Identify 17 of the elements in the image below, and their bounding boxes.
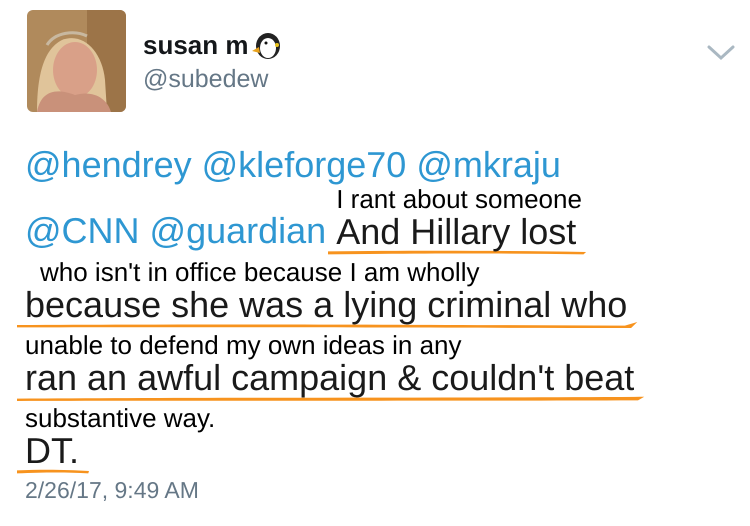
marker-stroke [17,468,89,474]
penguin-icon [250,30,280,60]
mention-link[interactable]: @CNN [25,210,140,252]
mention-link[interactable]: @guardian [150,210,326,252]
timestamp: 2/26/17, 9:49 AM [25,477,200,504]
struck-text: And Hillary lost [336,211,576,252]
mention-link[interactable]: @mkraju [416,144,561,186]
author-handle[interactable]: @subedew [143,65,689,94]
annotation-text: substantive way. [25,405,216,431]
struck-text: DT. [25,430,79,471]
mention-link[interactable]: @hendrey [25,144,192,186]
author-name: susan m [143,30,248,61]
chevron-down-icon[interactable] [706,44,736,62]
annotation-text: unable to defend my own ideas in any [25,332,462,358]
annotation-text: who isn't in office because I am wholly [40,259,480,285]
annotation-text: I rant about someone [336,186,582,212]
mention-link[interactable]: @kleforge70 [202,144,406,186]
